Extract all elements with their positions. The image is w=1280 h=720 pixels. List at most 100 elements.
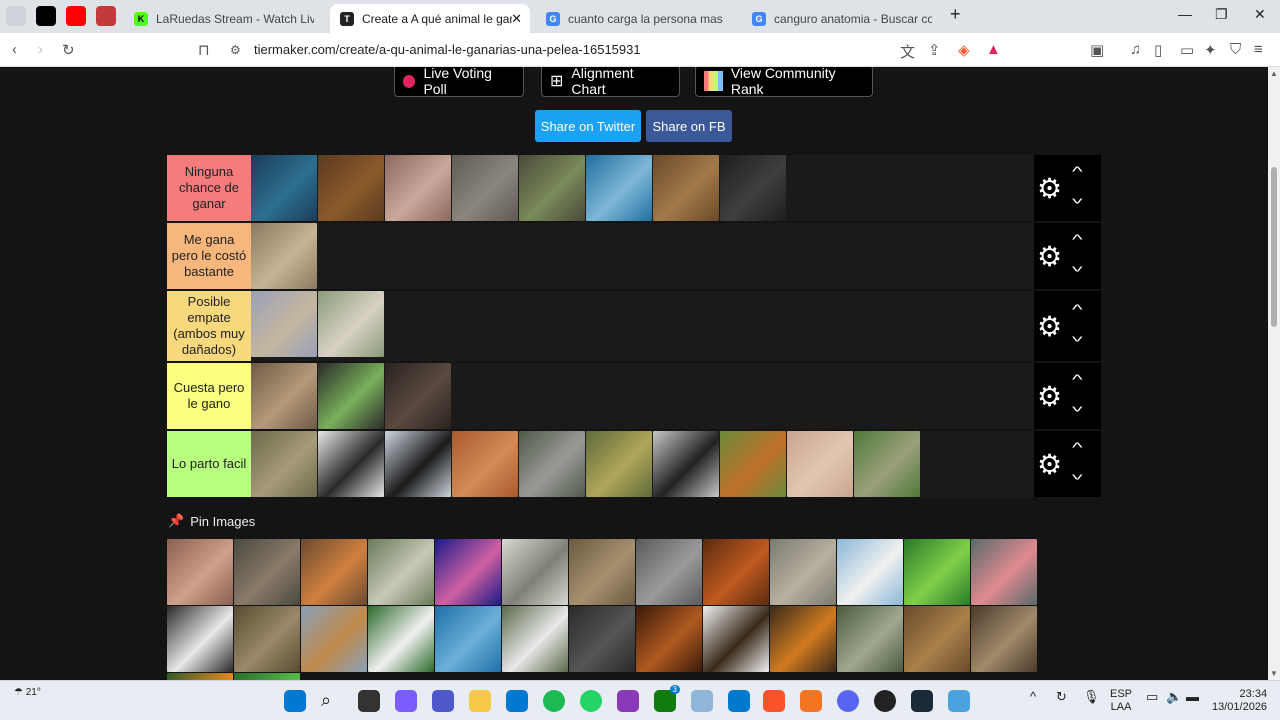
tier-label[interactable]: Lo parto facil [167, 431, 251, 497]
tier-image-zebra[interactable] [167, 606, 233, 672]
share-twitter-button[interactable]: Share on Twitter [535, 110, 641, 142]
tier-settings-gear-icon[interactable]: ⚙ [1037, 383, 1062, 411]
network-icon[interactable]: ▭ [1146, 689, 1158, 705]
tier-image-squirrel[interactable] [720, 431, 786, 497]
tier-label[interactable]: Posible empate (ambos muy dañados) [167, 291, 251, 361]
tier-image-octopus[interactable] [435, 539, 501, 605]
tier-image-sloth[interactable] [251, 431, 317, 497]
pinned-tab-youtube-icon[interactable] [66, 6, 86, 26]
spotify-icon[interactable] [543, 690, 565, 712]
tier-image-giraffe[interactable] [301, 606, 367, 672]
tier-image-penguin[interactable] [385, 431, 451, 497]
obs-icon[interactable] [874, 690, 896, 712]
tier-image-frog[interactable] [234, 673, 300, 680]
move-tier-up-chevron-icon[interactable]: ^ [1072, 231, 1083, 247]
tier-image-chameleon[interactable] [586, 431, 652, 497]
copilot-icon[interactable] [395, 690, 417, 712]
discord-icon[interactable] [837, 690, 859, 712]
tier-image-dolphin[interactable] [435, 606, 501, 672]
tier-label[interactable]: Cuesta pero le gano [167, 363, 251, 429]
steam-icon[interactable] [911, 690, 933, 712]
store-icon[interactable] [506, 690, 528, 712]
tier-items[interactable] [251, 291, 1034, 361]
tier-image-orangutan[interactable] [703, 539, 769, 605]
tier-image-shark[interactable] [586, 155, 652, 221]
tier-image-komodo[interactable] [385, 363, 451, 429]
tier-image-scorpion[interactable] [318, 431, 384, 497]
move-tier-up-chevron-icon[interactable]: ^ [1072, 371, 1083, 387]
page-scrollbar[interactable]: ▲ ▼ [1268, 67, 1280, 680]
tier-image-anteater[interactable] [368, 539, 434, 605]
tier-image-hippo[interactable] [234, 539, 300, 605]
tier-image-meerkat[interactable] [452, 431, 518, 497]
pinned-tab-app-icon[interactable] [96, 6, 116, 26]
move-tier-down-chevron-icon[interactable]: ^ [1072, 399, 1083, 415]
tier-image-panda[interactable] [368, 606, 434, 672]
app-icon[interactable] [948, 690, 970, 712]
tier-image-horse[interactable] [636, 606, 702, 672]
tab-google-search-2[interactable]: G canguro anatomia - Buscar con Goog [742, 4, 942, 33]
brave-rewards-icon[interactable]: ▲ [986, 41, 1001, 58]
move-tier-up-chevron-icon[interactable]: ^ [1072, 301, 1083, 317]
move-tier-down-chevron-icon[interactable]: ^ [1072, 467, 1083, 483]
tier-image-elephant[interactable] [452, 155, 518, 221]
search-icon[interactable]: ⌕ [321, 690, 343, 712]
share-fb-button[interactable]: Share on FB [646, 110, 732, 142]
brave-icon[interactable] [763, 690, 785, 712]
tier-image-gorilla[interactable] [720, 155, 786, 221]
whatsapp-icon[interactable] [580, 690, 602, 712]
start-icon[interactable] [284, 690, 306, 712]
tier-label[interactable]: Me gana pero le costó bastante [167, 223, 251, 289]
tier-settings-gear-icon[interactable]: ⚙ [1037, 451, 1062, 479]
tier-image-python[interactable] [251, 363, 317, 429]
tier-image-koala-grey[interactable] [519, 431, 585, 497]
instagram-icon[interactable] [617, 690, 639, 712]
tier-image-eagle[interactable] [703, 606, 769, 672]
tier-label[interactable]: Ninguna chance de ganar [167, 155, 251, 221]
teams-icon[interactable] [432, 690, 454, 712]
alignment-chart-button[interactable]: ⊞ Alignment Chart [541, 67, 680, 97]
move-tier-down-chevron-icon[interactable]: ^ [1072, 191, 1083, 207]
tier-image-koala[interactable] [502, 539, 568, 605]
tier-image-tiger[interactable] [770, 606, 836, 672]
xbox-icon[interactable]: 3 [654, 685, 680, 712]
tier-items[interactable] [251, 363, 1034, 429]
show-hidden-icons-icon[interactable]: ^ [1030, 689, 1036, 704]
file-explorer-icon[interactable] [469, 690, 491, 712]
tier-image-wolf[interactable] [569, 606, 635, 672]
reload-icon[interactable]: ↻ [62, 41, 75, 59]
address-bar[interactable]: ⚙ tiermaker.com/create/a-qu-animal-le-ga… [222, 38, 942, 62]
tier-image-ostrich[interactable] [251, 291, 317, 357]
crunchyroll-icon[interactable] [800, 690, 822, 712]
leo-icon[interactable]: ✦ [1204, 41, 1217, 59]
microphone-icon[interactable]: 🎙 [1083, 689, 1100, 705]
tier-image-tortoise[interactable] [854, 431, 920, 497]
move-tier-down-chevron-icon[interactable]: ^ [1072, 259, 1083, 275]
close-tab-icon[interactable]: ✕ [511, 11, 522, 27]
tier-image-whale[interactable] [251, 155, 317, 221]
tier-image-rhino[interactable] [636, 539, 702, 605]
new-tab-button[interactable]: + [950, 4, 961, 25]
tab-kick[interactable]: K LaRuedas Stream - Watch Live on Kic [124, 4, 324, 33]
tier-image-kangaroo[interactable] [251, 223, 317, 289]
reader-mode-icon[interactable]: ▣ [1090, 41, 1104, 59]
snipping-icon[interactable] [691, 690, 713, 712]
vpn-icon[interactable]: ⛉ [1230, 41, 1241, 58]
tab-tiermaker[interactable]: T Create a A qué animal le ganaria ✕ [330, 4, 530, 33]
move-tier-up-chevron-icon[interactable]: ^ [1072, 439, 1083, 455]
tier-image-fox[interactable] [301, 539, 367, 605]
tier-settings-gear-icon[interactable]: ⚙ [1037, 313, 1062, 341]
vscode-icon[interactable] [728, 690, 750, 712]
forward-icon[interactable]: › [38, 41, 43, 58]
tier-items[interactable] [251, 155, 1034, 221]
tier-image-toucan[interactable] [167, 673, 233, 680]
brave-shields-icon[interactable]: ◈ [958, 41, 970, 59]
tier-image-owl[interactable] [234, 606, 300, 672]
view-community-rank-button[interactable]: View Community Rank [695, 67, 873, 97]
tier-image-crow[interactable] [653, 431, 719, 497]
tier-items[interactable] [251, 223, 1034, 289]
live-voting-poll-button[interactable]: Live Voting Poll [394, 67, 524, 97]
tier-image-deer[interactable] [653, 155, 719, 221]
share-icon[interactable]: ⇪ [928, 41, 941, 59]
wallet-icon[interactable]: ▭ [1180, 41, 1194, 59]
